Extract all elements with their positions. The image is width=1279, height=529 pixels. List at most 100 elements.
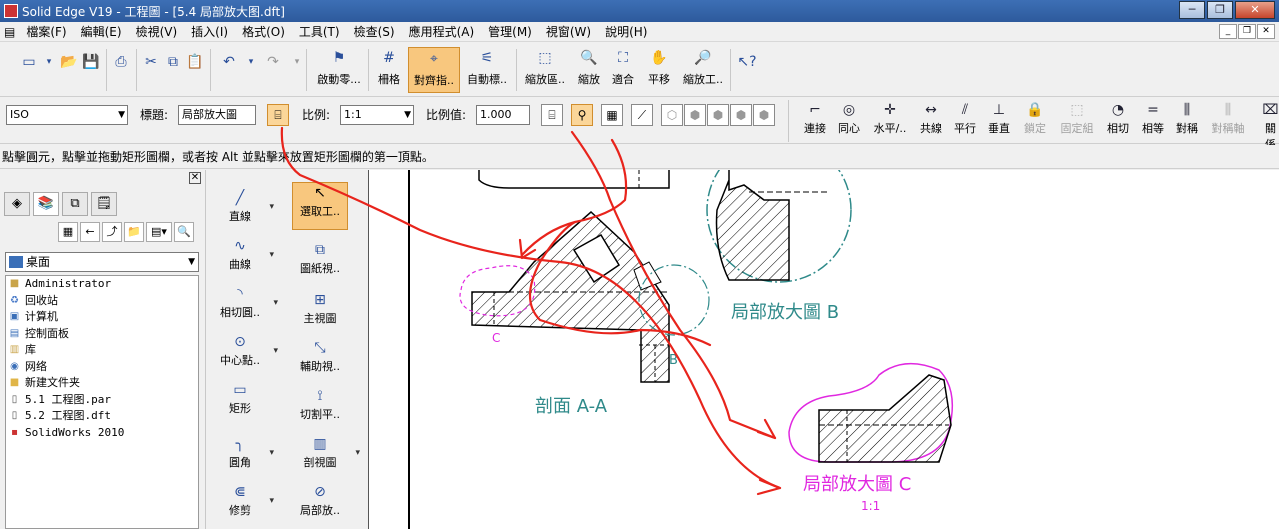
mdi-minimize-button[interactable]: _ [1219, 24, 1237, 39]
line-style-icon[interactable]: ⟋ [631, 104, 653, 126]
drawing-canvas[interactable]: C B 剖面 A-A 局部放大圖 B 局部放大圖 C 1:1 [368, 170, 1279, 529]
menu-inspect[interactable]: 檢查(S) [347, 23, 402, 40]
list-item[interactable]: ▣ 计算机 [6, 309, 198, 326]
copy-icon[interactable]: ⧉ [162, 51, 184, 73]
equal-relation-button[interactable]: = 相等 [1138, 100, 1168, 136]
tab-library-icon[interactable]: 📚 [33, 192, 59, 216]
auxiliary-view-tool[interactable]: ⤡ 輔助視.. [292, 338, 348, 374]
zoom-button[interactable]: 🔍 縮放 [574, 47, 604, 93]
tangent-relation-button[interactable]: ◔ 相切 [1102, 100, 1134, 136]
shading-wire-icon[interactable]: ⬡ [661, 104, 683, 126]
center-point-tool[interactable]: ⊙ 中心點.. ▾ [216, 332, 278, 368]
auto-dimension-button[interactable]: ⚟ 自動標.. [462, 47, 512, 93]
curve-tool[interactable]: ∿ 曲線 ▾ [220, 236, 274, 272]
menu-view[interactable]: 檢視(V) [129, 23, 185, 40]
perpendicular-relation-button[interactable]: ⊥ 垂直 [984, 100, 1014, 136]
new-folder-icon[interactable]: 📁 [124, 222, 144, 242]
select-tool[interactable]: ↖ 選取工.. [292, 182, 348, 230]
cut-icon[interactable]: ✂ [140, 51, 162, 73]
scale-value-input[interactable]: 1.000 [476, 105, 530, 125]
list-item[interactable]: ♻ 回收站 [6, 293, 198, 310]
undo-icon[interactable]: ↶ [218, 51, 240, 73]
mdi-close-button[interactable]: ✕ [1257, 24, 1275, 39]
menu-tools[interactable]: 工具(T) [292, 23, 347, 40]
section-view-tool[interactable]: ▥ 剖視圖 ▾ [292, 434, 361, 470]
properties-icon[interactable]: ▦ [601, 104, 623, 126]
title-input[interactable]: 局部放大圖 [178, 105, 256, 125]
line-tool[interactable]: ╱ 直線 ▾ [220, 188, 274, 224]
grid-button[interactable]: # 柵格 [372, 47, 406, 93]
list-item[interactable]: ▯ 5.1 工程图.par [6, 392, 198, 409]
redo-icon[interactable]: ↷ [262, 51, 284, 73]
list-item[interactable]: ■ 新建文件夹 [6, 375, 198, 392]
menu-edit[interactable]: 編輯(E) [74, 23, 129, 40]
connect-relation-button[interactable]: ⌐ 連接 [800, 100, 830, 136]
menu-help[interactable]: 說明(H) [598, 23, 654, 40]
fit-button[interactable]: ⛶ 適合 [608, 47, 638, 93]
scale-select[interactable]: 1:1 ▼ [340, 105, 414, 125]
alignment-indicator-button[interactable]: ⌖ 對齊指.. [408, 47, 460, 93]
shading-full-icon[interactable]: ⬢ [753, 104, 775, 126]
drawing-view-tool[interactable]: ⧉ 圖紙視.. [292, 240, 348, 276]
back-icon[interactable]: ← [80, 222, 100, 242]
tab-layers-icon[interactable]: ◈ [4, 192, 30, 216]
pan-button[interactable]: ✋ 平移 [642, 47, 676, 93]
undo-dropdown-icon[interactable]: ▾ [240, 51, 262, 73]
menu-insert[interactable]: 插入(I) [184, 23, 235, 40]
new-dropdown-icon[interactable]: ▾ [38, 51, 60, 73]
menu-format[interactable]: 格式(O) [235, 23, 292, 40]
zoom-area-button[interactable]: ⬚ 縮放區.. [520, 47, 570, 93]
save-icon[interactable]: 💾 [80, 51, 102, 73]
parallel-relation-button[interactable]: ⫽ 平行 [950, 100, 980, 136]
list-item[interactable]: ▥ 库 [6, 342, 198, 359]
list-item[interactable]: ▯ 5.2 工程图.dft [6, 408, 198, 425]
minimize-button[interactable]: ─ [1179, 1, 1205, 19]
search-icon[interactable]: 🔍 [174, 222, 194, 242]
fillet-tool[interactable]: ╮ 圓角 ▾ [220, 434, 274, 470]
principal-view-tool[interactable]: ⊞ 主視圖 [292, 290, 348, 326]
paste-icon[interactable]: 📋 [184, 51, 206, 73]
tab-groups-icon[interactable]: ⧉ [62, 192, 88, 216]
shading-hidden-icon[interactable]: ⬢ [684, 104, 706, 126]
horizontal-vertical-relation-button[interactable]: ✛ 水平/.. [868, 100, 912, 136]
collinear-relation-button[interactable]: ↔ 共線 [916, 100, 946, 136]
concentric-relation-button[interactable]: ◎ 同心 [834, 100, 864, 136]
cutting-plane-tool[interactable]: ⟟ 切割平.. [292, 386, 348, 422]
print-icon[interactable]: ⎙ [110, 51, 132, 73]
detail-view-tool[interactable]: ⊘ 局部放.. [292, 482, 348, 518]
location-select[interactable]: 桌面 ▼ [5, 252, 199, 272]
symmetry-axis-relation-button[interactable]: ⫼ 對稱軸 [1208, 100, 1248, 136]
tab-properties-icon[interactable]: 🗒 [91, 192, 117, 216]
menu-applications[interactable]: 應用程式(A) [402, 23, 482, 40]
redo-dropdown-icon[interactable]: ▾ [286, 51, 308, 73]
new-file-icon[interactable]: ▭ [18, 51, 40, 73]
close-button[interactable]: ✕ [1235, 1, 1275, 19]
rectangle-tool[interactable]: ▭ 矩形 [220, 380, 260, 416]
detail-label-icon[interactable]: ⌸ [267, 104, 289, 126]
caption-icon[interactable]: ⌸ [541, 104, 563, 126]
mdi-restore-button[interactable]: ❐ [1238, 24, 1256, 39]
menu-window[interactable]: 視窗(W) [539, 23, 598, 40]
activate-part-button[interactable]: ⚑ 啟動零... [312, 47, 366, 93]
view-mode-icon[interactable]: ▦ [58, 222, 78, 242]
list-item[interactable]: ■ Administrator [6, 276, 198, 293]
standard-select[interactable]: ISO ▼ [6, 105, 128, 125]
symmetric-relation-button[interactable]: ⫼ 對稱 [1172, 100, 1202, 136]
lock-relation-button[interactable]: 🔒 鎖定 [1020, 100, 1050, 136]
restore-button[interactable]: ❐ [1207, 1, 1233, 19]
up-folder-icon[interactable]: ⤴ [102, 222, 122, 242]
dependent-detail-icon[interactable]: ⚲ [571, 104, 593, 126]
menu-file[interactable]: 檔案(F) [19, 23, 73, 40]
tangent-arc-tool[interactable]: ◝ 相切圓.. ▾ [216, 284, 278, 320]
close-pane-button[interactable]: ✕ [189, 172, 201, 184]
views-dropdown-icon[interactable]: ▤▾ [146, 222, 172, 242]
list-item[interactable]: ▤ 控制面板 [6, 326, 198, 343]
rigid-set-relation-button[interactable]: ⬚ 固定組 [1056, 100, 1098, 136]
shading-shaded-icon[interactable]: ⬢ [707, 104, 729, 126]
zoom-tool-button[interactable]: 🔎 縮放工.. [678, 47, 728, 93]
document-icon[interactable]: ▤ [0, 25, 19, 39]
list-item[interactable]: ◉ 网络 [6, 359, 198, 376]
list-item[interactable]: ▪ SolidWorks 2010 [6, 425, 198, 442]
shading-edges-icon[interactable]: ⬢ [730, 104, 752, 126]
trim-tool[interactable]: ⋐ 修剪 ▾ [220, 482, 274, 518]
